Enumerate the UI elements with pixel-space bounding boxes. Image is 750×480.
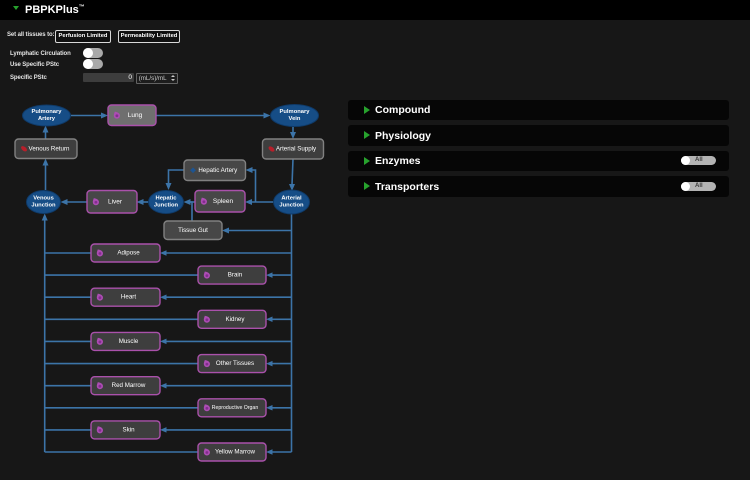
svg-text:Spleen: Spleen <box>213 198 234 205</box>
svg-text:Red Marrow: Red Marrow <box>112 382 146 389</box>
svg-text:Heart: Heart <box>121 294 136 301</box>
svg-text:Liver: Liver <box>108 198 123 205</box>
svg-text:Brain: Brain <box>228 272 243 279</box>
svg-text:Tissue Gut: Tissue Gut <box>178 227 208 234</box>
svg-text:Adipose: Adipose <box>117 250 140 257</box>
svg-text:Other Tissues: Other Tissues <box>216 360 254 367</box>
svg-text:Reproductive Organ: Reproductive Organ <box>212 405 259 411</box>
svg-text:Arterial: Arterial <box>281 196 302 202</box>
svg-text:Pulmonary: Pulmonary <box>280 109 311 115</box>
svg-text:Junction: Junction <box>154 202 179 208</box>
svg-text:Venous: Venous <box>33 196 54 202</box>
svg-text:Venous Return: Venous Return <box>29 145 70 152</box>
svg-text:Yellow Marrow: Yellow Marrow <box>215 449 256 456</box>
svg-text:Vein: Vein <box>289 116 301 122</box>
svg-text:Junction: Junction <box>279 202 304 208</box>
svg-text:Artery: Artery <box>38 116 56 122</box>
svg-text:Kidney: Kidney <box>226 316 246 323</box>
svg-text:Hepatic: Hepatic <box>156 196 178 202</box>
svg-text:Hepatic Artery: Hepatic Artery <box>198 167 238 174</box>
svg-text:Muscle: Muscle <box>119 338 139 345</box>
svg-text:Junction: Junction <box>31 202 56 208</box>
svg-text:Arterial Supply: Arterial Supply <box>276 146 317 153</box>
svg-text:Lung: Lung <box>128 112 143 119</box>
svg-text:Skin: Skin <box>122 426 135 433</box>
svg-text:Pulmonary: Pulmonary <box>32 109 63 115</box>
